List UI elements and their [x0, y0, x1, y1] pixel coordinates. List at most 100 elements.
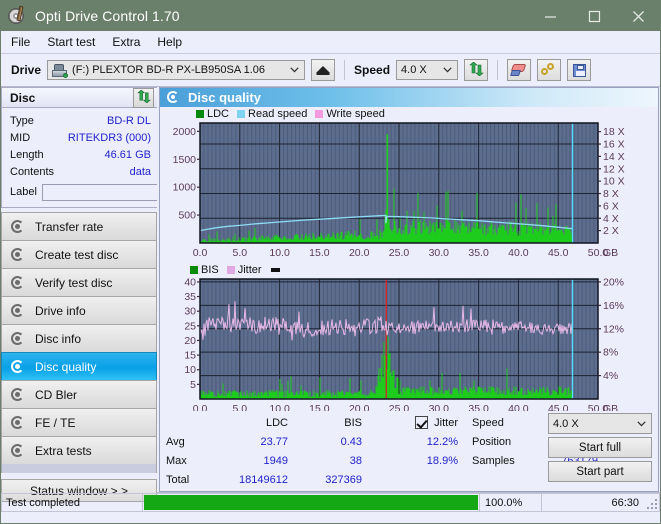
menu-extra[interactable]: Extra: [112, 35, 140, 49]
disc-mid-value: RITEKDR3 (000): [67, 131, 151, 144]
test-speed-value: 4.0 X: [553, 417, 579, 430]
progress-percent: 100.0%: [480, 493, 542, 512]
sidebar-item-extra-tests[interactable]: Extra tests: [1, 436, 157, 464]
sidebar-item-drive-info[interactable]: Drive info: [1, 296, 157, 324]
sidebar-item-disc-quality[interactable]: Disc quality: [1, 352, 157, 380]
svg-text:45.0: 45.0: [548, 247, 569, 259]
statistics-panel: LDC BIS Jitter Avg 23.77 0.43 12.2% Max …: [160, 411, 658, 491]
chevron-down-icon: [637, 418, 646, 430]
svg-text:6 X: 6 X: [603, 200, 619, 212]
stats-avg-ldc: 23.77: [260, 435, 288, 448]
svg-text:16 X: 16 X: [603, 139, 625, 151]
wrench-icon: [541, 63, 557, 77]
legend-jitter: Jitter: [226, 264, 262, 276]
svg-text:12 X: 12 X: [603, 163, 625, 175]
svg-text:GB: GB: [603, 247, 618, 259]
app-disc-pen-icon: [8, 5, 28, 26]
disc-length-label: Length: [10, 148, 44, 161]
stats-header-row: LDC BIS Jitter: [166, 413, 458, 432]
menu-help[interactable]: Help: [157, 35, 182, 49]
minimize-button[interactable]: [528, 1, 572, 31]
elapsed-time: 66:30: [542, 493, 660, 512]
close-button[interactable]: [616, 1, 660, 31]
menu-start-test[interactable]: Start test: [47, 35, 95, 49]
jitter-label: Jitter: [434, 416, 458, 429]
legend-label-ldc: LDC: [207, 108, 230, 120]
stats-max-jitter: 18.9%: [426, 454, 458, 467]
sidebar-item-transfer-rate[interactable]: Transfer rate: [1, 212, 157, 240]
legend-ldc: LDC: [196, 108, 229, 120]
erase-button[interactable]: [507, 59, 532, 81]
start-part-button[interactable]: Start part: [548, 461, 652, 482]
test-speed-select[interactable]: 4.0 X: [548, 413, 652, 434]
position-label: Position: [472, 435, 512, 448]
menu-file[interactable]: File: [11, 35, 30, 49]
sidebar-item-label: Drive info: [35, 303, 86, 318]
status-bar: Test completed 100.0% 66:30: [1, 492, 660, 512]
chevron-down-icon: [443, 64, 452, 76]
eject-icon: [316, 64, 330, 77]
action-buttons: 4.0 X Start full Start part: [548, 413, 652, 482]
disc-icon: [11, 247, 26, 262]
left-sidebar: Disc Type BD-R DL MID RITEKDR3 (000) Len…: [1, 87, 246, 502]
refresh-drive-button[interactable]: [464, 59, 489, 81]
content-area: Disc quality LDC Read speed Write speed: [157, 87, 660, 492]
sidebar-item-create-test-disc[interactable]: Create test disc: [1, 240, 157, 268]
disc-type-value: BD-R DL: [106, 114, 151, 127]
app-window: Opti Drive Control 1.70 File Start test …: [0, 0, 661, 524]
speed-label: Speed: [472, 416, 504, 429]
stats-col-jitter: Jitter: [362, 416, 458, 429]
jitter-checkbox[interactable]: [415, 416, 429, 429]
drive-select[interactable]: (F:) PLEXTOR BD-R PX-LB950SA 1.06: [47, 60, 306, 80]
resize-grip-icon[interactable]: [647, 499, 657, 509]
maximize-button[interactable]: [572, 1, 616, 31]
sidebar-item-label: Verify test disc: [35, 275, 113, 290]
sidebar-item-fe-te[interactable]: FE / TE: [1, 408, 157, 436]
sidebar-item-verify-test-disc[interactable]: Verify test disc: [1, 268, 157, 296]
svg-text:25.0: 25.0: [389, 247, 410, 259]
speed-select[interactable]: 4.0 X: [396, 60, 459, 80]
table-row: Total 18149612 327369: [166, 470, 458, 489]
legend-swatch-jitter: [226, 266, 235, 274]
legend-swatch-ldc: [196, 110, 204, 118]
disc-row-contents: Contents data: [10, 163, 151, 180]
svg-text:10 X: 10 X: [603, 176, 625, 188]
drive-icon: [52, 63, 69, 78]
eject-button[interactable]: [311, 59, 336, 81]
disc-row-length: Length 46.61 GB: [10, 146, 151, 163]
top-chart-legend: LDC Read speed Write speed: [160, 107, 658, 121]
sidebar-nav: Transfer rate Create test disc Verify te…: [1, 212, 157, 502]
svg-text:2 X: 2 X: [603, 225, 619, 237]
svg-text:16%: 16%: [603, 300, 624, 312]
window-controls: [528, 1, 660, 31]
start-full-button[interactable]: Start full: [548, 437, 652, 458]
svg-text:8%: 8%: [603, 347, 618, 359]
progress-bar-fill: [144, 495, 478, 510]
disc-label-label: Label: [10, 186, 37, 198]
stats-max-bis: 38: [349, 454, 362, 467]
svg-text:15: 15: [184, 350, 196, 362]
samples-label: Samples: [472, 454, 515, 467]
legend-swatch-write-speed: [315, 110, 324, 118]
disc-quality-panel: Disc quality LDC Read speed Write speed: [159, 87, 659, 492]
stats-avg-jitter: 12.2%: [426, 435, 458, 448]
stats-max-ldc: 1949: [263, 454, 288, 467]
svg-text:1000: 1000: [173, 182, 197, 194]
drive-select-value: (F:) PLEXTOR BD-R PX-LB950SA 1.06: [72, 64, 266, 76]
legend-label-read-speed: Read speed: [248, 108, 308, 120]
table-row: Max 1949 38 18.9%: [166, 451, 458, 470]
toolbar-divider-2: [497, 60, 499, 80]
sidebar-item-cd-bler[interactable]: CD Bler: [1, 380, 157, 408]
disc-refresh-button[interactable]: [133, 87, 154, 108]
save-button[interactable]: [567, 59, 592, 81]
svg-text:25: 25: [184, 320, 196, 332]
legend-write-speed: Write speed: [315, 108, 385, 120]
svg-text:35.0: 35.0: [468, 247, 489, 259]
bottom-chart[interactable]: 5 10 15 20 25 30 35 40 4% 8% 12% 16% 20% 0.0 5.0 10.0 15…: [160, 277, 658, 419]
tools-button[interactable]: [537, 59, 562, 81]
disc-panel-title: Disc: [10, 90, 36, 105]
disc-quality-icon: [167, 91, 181, 104]
drive-toolbar: Drive (F:) PLEXTOR BD-R PX-LB950SA 1.06 …: [1, 54, 660, 87]
top-chart[interactable]: 500 1000 1500 2000 2 X4 X6 X8 X 10 X 12 X 14 X1…: [160, 121, 658, 263]
sidebar-item-disc-info[interactable]: Disc info: [1, 324, 157, 352]
